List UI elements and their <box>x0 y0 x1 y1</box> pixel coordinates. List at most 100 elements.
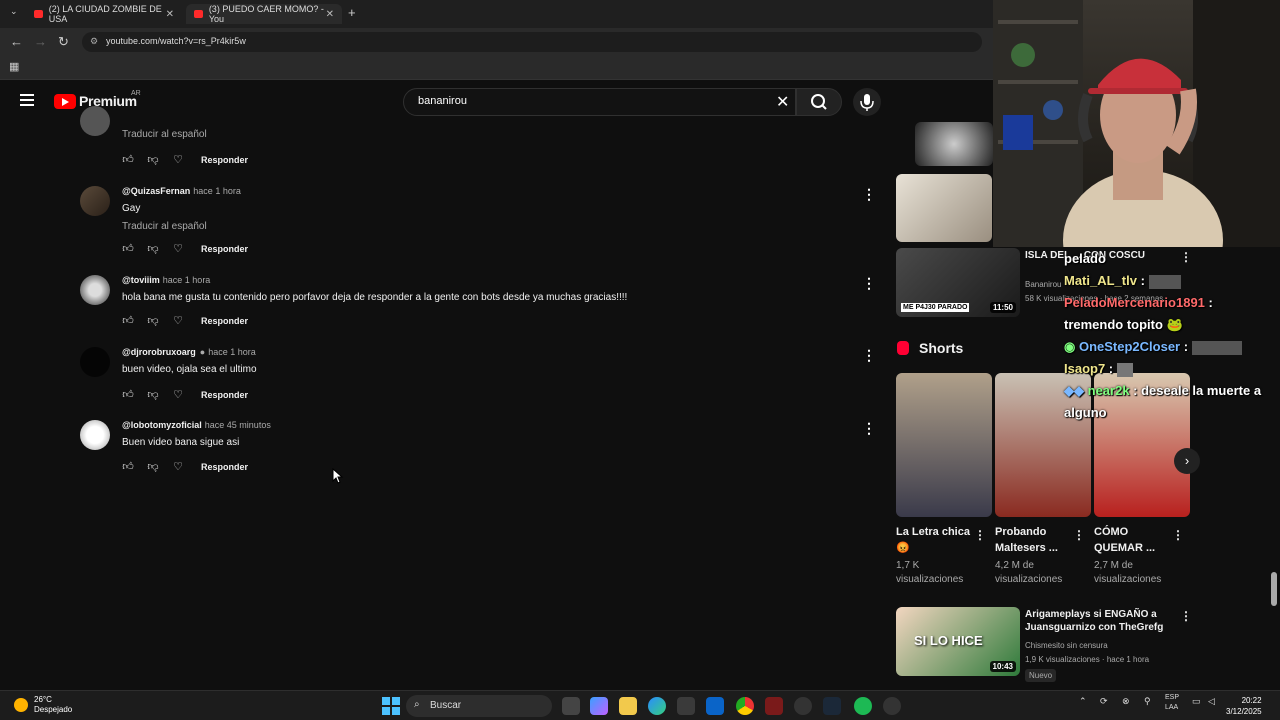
short-title[interactable]: Probando Maltesers ... <box>995 524 1071 556</box>
more-options-icon[interactable]: ⋮ <box>862 186 876 203</box>
video-channel[interactable]: Bananirou <box>1025 280 1061 289</box>
chat-text: tremendo topito 🐸 <box>1064 317 1183 332</box>
short-thumbnail[interactable] <box>896 373 992 517</box>
new-tab-icon[interactable]: + <box>348 5 356 20</box>
tray-app-icon[interactable]: ⟳ <box>1100 696 1108 707</box>
like-icon[interactable]: 👍︎ <box>122 314 134 327</box>
comment-time[interactable]: hace 1 hora <box>163 275 211 285</box>
chat-emote-icon <box>1191 340 1242 355</box>
video-title[interactable]: Arigameplays si ENGAÑO a Juansguarnizo c… <box>1025 608 1175 634</box>
taskbar-clock[interactable]: 20:22 3/12/2025 <box>1226 695 1262 717</box>
apps-grid-icon[interactable]: ▦ <box>9 60 19 73</box>
video-thumbnail[interactable] <box>915 122 993 166</box>
comment-item: @toviiim hace 1 hora hola bana me gusta t… <box>80 275 880 335</box>
avatar[interactable] <box>80 106 110 136</box>
reply-button[interactable]: Responder <box>201 155 248 165</box>
reply-button[interactable]: Responder <box>201 244 248 254</box>
short-title[interactable]: CÓMO QUEMAR ... <box>1094 524 1170 556</box>
tab-label: (2) LA CIUDAD ZOMBIE DE USA <box>48 4 162 24</box>
avatar[interactable] <box>80 275 110 305</box>
video-channel[interactable]: Chismesito sin censura <box>1025 641 1108 650</box>
comment-time[interactable]: hace 45 minutos <box>205 420 271 430</box>
page-scrollbar[interactable] <box>1271 572 1277 606</box>
video-thumbnail[interactable]: ME P4J30 PARADO 11:50 <box>896 248 1020 317</box>
comment-author[interactable]: @toviiim <box>122 275 160 285</box>
language-indicator[interactable]: ESP LAA <box>1165 693 1179 713</box>
tray-chevron-icon[interactable]: ⌃ <box>1079 696 1087 707</box>
url-field[interactable]: ⚙ youtube.com/watch?v=rs_Pr4kir5w <box>82 32 982 52</box>
like-icon[interactable]: 👍︎ <box>122 388 134 401</box>
heart-icon[interactable]: ♡ <box>172 153 184 166</box>
like-icon[interactable]: 👍︎ <box>122 242 134 255</box>
heart-icon[interactable]: ♡ <box>172 242 184 255</box>
translate-link[interactable]: Traducir al español <box>122 129 862 140</box>
more-options-icon[interactable]: ⋮ <box>1180 609 1192 623</box>
more-options-icon[interactable]: ⋮ <box>1073 528 1085 542</box>
network-icon[interactable]: ▭ <box>1192 696 1201 707</box>
tab-close-icon[interactable]: ✕ <box>326 9 334 20</box>
like-icon[interactable]: 👍︎ <box>122 460 134 473</box>
translate-link[interactable]: Traducir al español <box>122 221 862 232</box>
reply-button[interactable]: Responder <box>201 316 248 326</box>
reply-button[interactable]: Responder <box>201 462 248 472</box>
heart-icon[interactable]: ♡ <box>172 314 184 327</box>
tab-puedo-caer-momo[interactable]: (3) PUEDO CAER MOMO? - You ✕ <box>186 4 342 24</box>
more-options-icon[interactable]: ⋮ <box>1172 528 1184 542</box>
copilot-icon[interactable] <box>590 697 608 715</box>
task-view-icon[interactable] <box>562 697 580 715</box>
tray-app-icon[interactable]: ⊗ <box>1122 696 1130 707</box>
shorts-next-button[interactable]: › <box>1174 448 1200 474</box>
like-icon[interactable]: 👍︎ <box>122 153 134 166</box>
obs-studio-icon[interactable] <box>765 697 783 715</box>
youtube-favicon-icon <box>194 10 203 18</box>
reply-button[interactable]: Responder <box>201 390 248 400</box>
more-options-icon[interactable]: ⋮ <box>862 347 876 364</box>
menu-icon[interactable] <box>20 94 34 106</box>
comment-item: @djrorobruxoarg ● hace 1 hora buen video, … <box>80 347 880 407</box>
heart-icon[interactable]: ♡ <box>172 460 184 473</box>
chat-message: Isaop7 : <box>1064 358 1280 380</box>
reload-icon[interactable]: ↻ <box>58 34 69 50</box>
weather-widget[interactable]: 26°C Despejado <box>14 695 72 715</box>
tab-close-icon[interactable]: ✕ <box>166 9 174 20</box>
tab-search-icon[interactable]: ⌄ <box>10 6 18 17</box>
chrome-icon[interactable] <box>736 697 754 715</box>
tray-app-icon[interactable]: ⚲ <box>1144 696 1151 707</box>
forward-icon[interactable]: → <box>34 34 47 49</box>
dislike-icon[interactable]: 👎︎ <box>147 242 159 255</box>
comment-author[interactable]: @djrorobruxoarg <box>122 347 196 357</box>
more-options-icon[interactable]: ⋮ <box>974 528 986 542</box>
comment-time[interactable]: hace 1 hora <box>208 347 256 357</box>
avatar[interactable] <box>80 347 110 377</box>
dislike-icon[interactable]: 👎︎ <box>147 460 159 473</box>
video-thumbnail[interactable] <box>896 174 992 242</box>
clock-date: 3/12/2025 <box>1226 707 1262 716</box>
tab-ciudad-zombie[interactable]: (2) LA CIUDAD ZOMBIE DE USA ✕ <box>26 4 182 24</box>
comment-time[interactable]: hace 1 hora <box>193 186 241 196</box>
back-icon[interactable]: ← <box>10 34 23 49</box>
spotify-icon[interactable] <box>854 697 872 715</box>
outlook-icon[interactable] <box>706 697 724 715</box>
more-options-icon[interactable]: ⋮ <box>862 420 876 437</box>
app-icon[interactable] <box>883 697 901 715</box>
dislike-icon[interactable]: 👎︎ <box>147 314 159 327</box>
short-title[interactable]: La Letra chica 😡 <box>896 524 972 556</box>
avatar[interactable] <box>80 186 110 216</box>
site-info-icon[interactable]: ⚙ <box>90 36 98 47</box>
dislike-icon[interactable]: 👎︎ <box>147 153 159 166</box>
taskbar-search[interactable]: ⌕ Buscar <box>406 695 552 717</box>
comment-author[interactable]: @lobotomyzoficial <box>122 420 202 430</box>
file-explorer-icon[interactable] <box>619 697 637 715</box>
store-icon[interactable] <box>677 697 695 715</box>
more-options-icon[interactable]: ⋮ <box>862 275 876 292</box>
heart-icon[interactable]: ♡ <box>172 388 184 401</box>
steam-icon[interactable] <box>823 697 841 715</box>
start-button[interactable] <box>382 697 400 715</box>
video-thumbnail[interactable]: SI LO HICE 10:43 <box>896 607 1020 676</box>
edge-icon[interactable] <box>648 697 666 715</box>
app-icon[interactable] <box>794 697 812 715</box>
dislike-icon[interactable]: 👎︎ <box>147 388 159 401</box>
comment-author[interactable]: @QuizasFernan <box>122 186 190 196</box>
avatar[interactable] <box>80 420 110 450</box>
volume-icon[interactable]: ◁ <box>1208 696 1215 707</box>
